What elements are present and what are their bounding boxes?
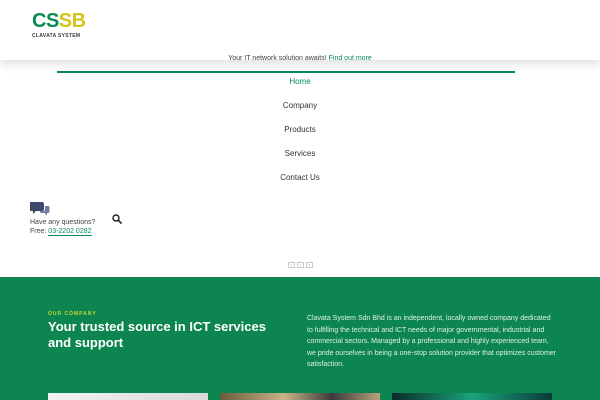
logo-letters-green: CS [32, 10, 59, 32]
nav-item-products[interactable]: Products [0, 125, 600, 134]
nav-item-services[interactable]: Services [0, 149, 600, 158]
section-eyebrow: OUR COMPANY [48, 311, 97, 317]
logo-subtitle: CLAVATA SYSTEM [32, 33, 81, 39]
top-notice: Your IT network solution awaits! Find ou… [0, 55, 600, 62]
section-headline: Your trusted source in ICT services and … [48, 319, 266, 350]
slider-dots: • • • [288, 262, 313, 268]
feature-image-3[interactable] [392, 393, 552, 400]
company-description: Clavata System Sdn Bhd is an independent… [307, 315, 557, 368]
phone-link[interactable]: 03-2202 0282 [48, 228, 92, 236]
top-notice-text: Your IT network solution awaits! [228, 55, 327, 62]
nav-divider [57, 71, 515, 73]
questions-label: Have any questions? [30, 219, 96, 226]
feature-image-1[interactable] [48, 393, 208, 400]
search-icon[interactable] [112, 214, 122, 224]
slider-dot[interactable]: • [297, 262, 304, 268]
site-header: CSSB CLAVATA SYSTEM [0, 0, 600, 60]
free-call-line: Free: 03-2202 0282 [30, 228, 92, 236]
slider-dot[interactable]: • [306, 262, 313, 268]
feature-image-2[interactable] [220, 393, 380, 400]
nav-item-home[interactable]: Home [0, 77, 600, 86]
find-out-more-link[interactable]: Find out more [329, 55, 372, 62]
nav-item-contact-us[interactable]: Contact Us [0, 173, 600, 182]
slider-dot[interactable]: • [288, 262, 295, 268]
logo-letters-yellow: SB [58, 10, 86, 32]
nav-item-company[interactable]: Company [0, 101, 600, 110]
company-logo[interactable]: CSSB CLAVATA SYSTEM [32, 10, 86, 40]
free-label: Free: [30, 228, 47, 235]
chat-bubbles-icon [30, 202, 50, 216]
logo-letters: CSSB [32, 10, 86, 32]
